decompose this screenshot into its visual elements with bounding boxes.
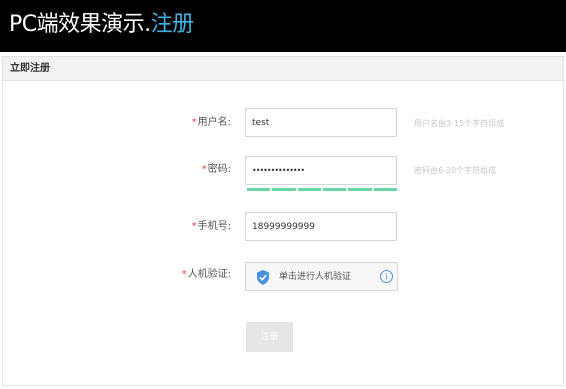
- strength-segment: [348, 188, 372, 191]
- strength-segment: [322, 188, 347, 191]
- info-icon[interactable]: i: [380, 270, 393, 283]
- strength-segment: [373, 188, 397, 191]
- strength-segment: [272, 188, 296, 191]
- phone-input[interactable]: [245, 212, 397, 241]
- required-mark: *: [201, 164, 207, 175]
- app-header: PC端效果演示.注册: [0, 0, 566, 52]
- required-mark: *: [191, 117, 197, 128]
- captcha-label-text: 人机验证:: [187, 269, 231, 280]
- password-label: *密码:: [151, 163, 231, 177]
- password-label-text: 密码:: [207, 164, 231, 175]
- strength-segment: [247, 188, 271, 191]
- panel-title: 立即注册: [10, 63, 50, 74]
- page-title-main: PC端效果演示.: [9, 12, 151, 37]
- required-mark: *: [191, 221, 197, 232]
- username-label-text: 用户名:: [197, 117, 231, 128]
- shield-check-icon: [257, 270, 269, 285]
- phone-label: *手机号:: [151, 220, 231, 234]
- register-button[interactable]: 注册: [246, 322, 293, 352]
- password-input[interactable]: [245, 156, 397, 185]
- panel-header: 立即注册: [3, 57, 563, 81]
- username-label: *用户名:: [151, 116, 231, 130]
- captcha-text: 单击进行人机验证: [279, 272, 352, 282]
- captcha-widget[interactable]: 单击进行人机验证 i: [245, 262, 398, 291]
- required-mark: *: [181, 269, 187, 280]
- page-title: PC端效果演示.注册: [9, 11, 194, 39]
- password-hint: 密码由6-20个字符组成: [414, 166, 497, 175]
- phone-label-text: 手机号:: [197, 221, 231, 232]
- username-input[interactable]: [245, 108, 397, 137]
- page-title-accent: 注册: [150, 12, 195, 37]
- username-hint: 用户名由3-15个字符组成: [414, 119, 505, 128]
- password-strength-meter: [247, 188, 397, 191]
- strength-segment: [297, 188, 321, 191]
- captcha-label: *人机验证:: [151, 268, 231, 282]
